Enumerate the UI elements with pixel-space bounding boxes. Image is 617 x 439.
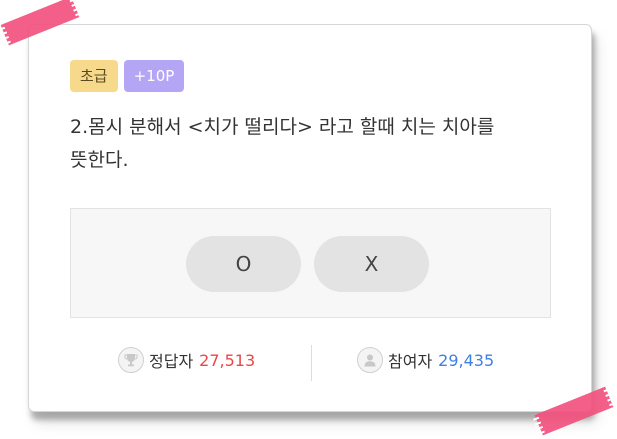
stats-divider xyxy=(311,345,312,381)
badge-row: 초급 +10P xyxy=(70,60,185,92)
correct-stat: 정답자 27,513 xyxy=(118,347,255,373)
correct-count: 27,513 xyxy=(199,350,256,370)
answer-o-button[interactable]: O xyxy=(186,236,301,292)
stats-bar: 정답자 27,513 참여자 29,435 xyxy=(70,343,551,383)
answer-x-button[interactable]: X xyxy=(314,236,429,292)
question-text: 2.몸시 분해서 <치가 떨리다> 라고 할때 치는 치아를 뜻한다. xyxy=(70,111,550,177)
answer-panel: O X xyxy=(70,208,551,318)
participant-label: 참여자 xyxy=(388,352,433,371)
participant-count: 29,435 xyxy=(438,350,495,370)
quiz-stage: 초급 +10P 2.몸시 분해서 <치가 떨리다> 라고 할때 치는 치아를 뜻… xyxy=(0,0,617,439)
quiz-card: 초급 +10P 2.몸시 분해서 <치가 떨리다> 라고 할때 치는 치아를 뜻… xyxy=(28,24,592,412)
point-badge: +10P xyxy=(123,60,185,92)
question-line-1: 2.몸시 분해서 <치가 떨리다> 라고 할때 치는 치아를 xyxy=(70,116,495,138)
trophy-icon xyxy=(118,347,144,373)
level-badge: 초급 xyxy=(70,60,118,92)
participant-stat: 참여자 29,435 xyxy=(357,347,494,373)
person-icon xyxy=(357,347,383,373)
correct-label: 정답자 xyxy=(149,352,194,371)
question-line-2: 뜻한다. xyxy=(70,149,129,171)
